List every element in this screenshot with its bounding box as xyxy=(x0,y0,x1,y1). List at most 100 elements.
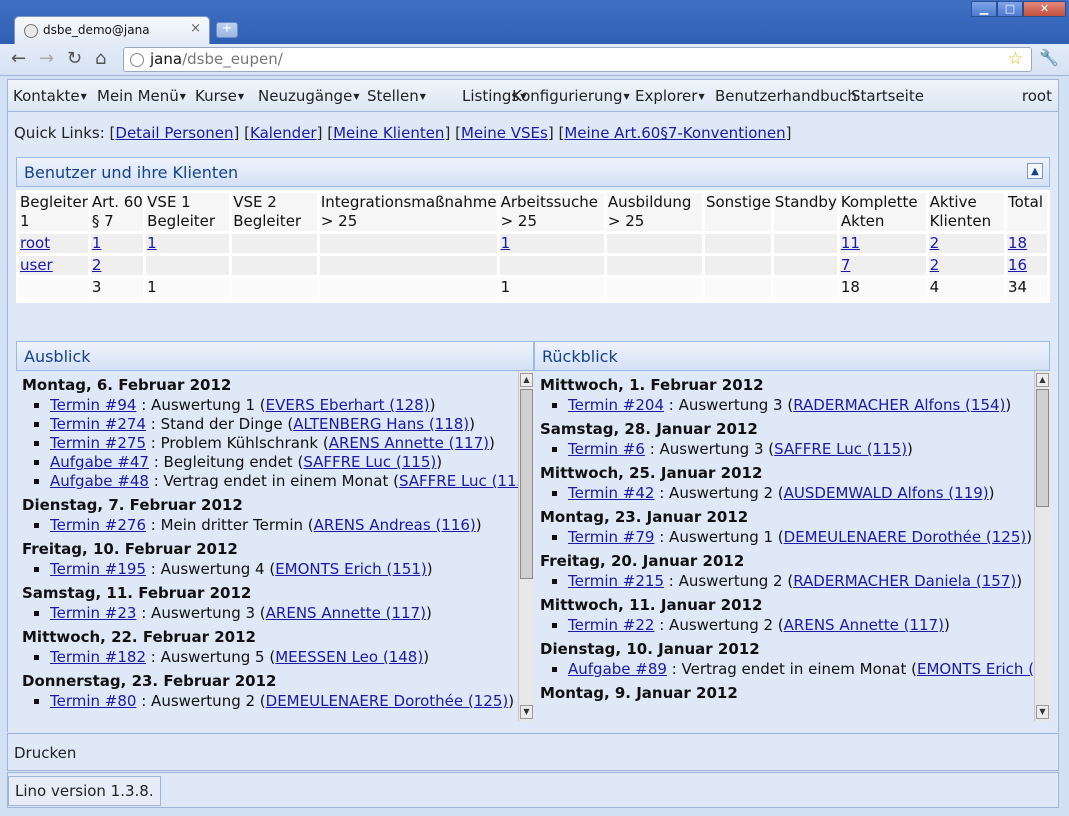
person-link[interactable]: DEMEULENAERE Dorothée (125) xyxy=(784,528,1027,546)
menu-item-7[interactable]: Explorer▼ xyxy=(635,87,705,105)
menu-item-3[interactable]: Neuzugänge▼ xyxy=(258,87,359,105)
event-link[interactable]: Termin #276 xyxy=(50,516,146,534)
event-link[interactable]: Termin #79 xyxy=(568,528,654,546)
print-button[interactable]: Drucken xyxy=(14,744,76,762)
menu-item-0[interactable]: Kontakte▼ xyxy=(13,87,87,105)
menu-item-2[interactable]: Kurse▼ xyxy=(195,87,244,105)
cell-link[interactable]: root xyxy=(20,234,50,252)
person-link[interactable]: SAFFRE Luc (115) xyxy=(303,453,436,471)
person-link[interactable]: RADERMACHER Alfons (154) xyxy=(793,396,1005,414)
menu-item-1[interactable]: Mein Menü▼ xyxy=(97,87,186,105)
cell-link[interactable]: 16 xyxy=(1008,256,1027,274)
person-link[interactable]: ARENS Annette (117) xyxy=(266,604,426,622)
event-link[interactable]: Termin #6 xyxy=(568,440,645,458)
scroll-down-arrow-icon[interactable]: ▼ xyxy=(1036,705,1049,719)
person-link[interactable]: EVERS Eberhart (128) xyxy=(266,396,430,414)
cell-link[interactable]: 1 xyxy=(92,234,102,252)
event-link[interactable]: Termin #23 xyxy=(50,604,136,622)
event-link[interactable]: Aufgabe #47 xyxy=(50,453,149,471)
cell-link[interactable]: 2 xyxy=(930,234,940,252)
person-link[interactable]: ARENS Annette (117) xyxy=(784,616,944,634)
new-tab-button[interactable]: + xyxy=(216,22,238,38)
column-header[interactable]: Komplette Akten xyxy=(839,193,926,231)
column-header[interactable]: Begleiter 1 xyxy=(19,193,88,231)
event-link[interactable]: Aufgabe #48 xyxy=(50,472,149,490)
person-link[interactable]: MEESSEN Leo (148) xyxy=(275,648,423,666)
person-link[interactable]: EMONTS Erich (151) xyxy=(275,560,427,578)
current-user[interactable]: root xyxy=(1022,87,1052,105)
event-link[interactable]: Termin #182 xyxy=(50,648,146,666)
menu-item-9[interactable]: Startseite xyxy=(851,87,924,105)
event-link[interactable]: Termin #274 xyxy=(50,415,146,433)
quick-link-0[interactable]: Detail Personen xyxy=(115,124,233,142)
person-link[interactable]: EMONTS Erich (151) xyxy=(917,660,1034,678)
event-link[interactable]: Termin #22 xyxy=(568,616,654,634)
home-icon[interactable]: ⌂ xyxy=(95,48,106,69)
person-link[interactable]: RADERMACHER Daniela (157) xyxy=(793,572,1016,590)
event-link[interactable]: Termin #94 xyxy=(50,396,136,414)
browser-tab[interactable]: dsbe_demo@jana × xyxy=(14,16,210,44)
menu-item-label: Listings xyxy=(462,87,520,105)
scroll-thumb[interactable] xyxy=(1036,389,1049,507)
rueckblick-scrollbar[interactable]: ▲ ▼ xyxy=(1034,371,1050,721)
quick-link-2[interactable]: Meine Klienten xyxy=(333,124,444,142)
bookmark-star-icon[interactable]: ☆ xyxy=(1008,49,1023,69)
cell-link[interactable]: 7 xyxy=(841,256,851,274)
cell-link[interactable]: 2 xyxy=(930,256,940,274)
event-link[interactable]: Termin #275 xyxy=(50,434,146,452)
person-link[interactable]: ARENS Annette (117) xyxy=(329,434,489,452)
address-bar[interactable]: jana/dsbe_eupen/ ☆ xyxy=(123,47,1032,72)
cell-link[interactable]: 11 xyxy=(841,234,860,252)
person-link[interactable]: ARENS Andreas (116) xyxy=(314,516,476,534)
person-link[interactable]: DEMEULENAERE Dorothée (125) xyxy=(266,692,509,710)
cell-link[interactable]: 2 xyxy=(92,256,102,274)
quick-link-1[interactable]: Kalender xyxy=(250,124,317,142)
column-header[interactable]: Sonstige xyxy=(704,193,771,231)
event-link[interactable]: Termin #42 xyxy=(568,484,654,502)
column-header[interactable]: Arbeitssuche > 25 xyxy=(499,193,604,231)
scroll-up-arrow-icon[interactable]: ▲ xyxy=(520,373,533,387)
column-header[interactable]: Total xyxy=(1007,193,1047,231)
quick-link-4[interactable]: Meine Art.60§7-Konventionen xyxy=(564,124,785,142)
reload-icon[interactable]: ↻ xyxy=(67,48,82,69)
window-close-button[interactable]: ✕ xyxy=(1023,1,1066,17)
person-link[interactable]: SAFFRE Luc (115) xyxy=(774,440,907,458)
back-arrow-icon[interactable]: ← xyxy=(11,48,26,69)
cell-link[interactable]: 1 xyxy=(501,234,511,252)
quick-link-3[interactable]: Meine VSEs xyxy=(461,124,548,142)
page-globe-icon xyxy=(130,53,144,67)
minimize-button[interactable]: ▁ xyxy=(971,1,997,17)
person-link[interactable]: ALTENBERG Hans (118) xyxy=(293,415,469,433)
menu-item-4[interactable]: Stellen▼ xyxy=(367,87,426,105)
column-header[interactable]: Aktive Klienten xyxy=(928,193,1004,231)
menu-item-8[interactable]: Benutzerhandbuch xyxy=(715,87,857,105)
wrench-icon[interactable]: 🔧 xyxy=(1039,48,1059,67)
collapse-icon[interactable]: ▲ xyxy=(1027,163,1043,179)
ausblick-scrollbar[interactable]: ▲ ▼ xyxy=(518,371,534,721)
day-heading: Donnerstag, 23. Februar 2012 xyxy=(22,672,277,690)
column-header[interactable]: Standby xyxy=(773,193,837,231)
event-link[interactable]: Termin #195 xyxy=(50,560,146,578)
scroll-up-arrow-icon[interactable]: ▲ xyxy=(1036,373,1049,387)
close-tab-icon[interactable]: × xyxy=(190,21,201,36)
cell-link[interactable]: 1 xyxy=(147,234,157,252)
column-header[interactable]: VSE 1 Begleiter xyxy=(146,193,230,231)
column-header[interactable]: Ausbildung > 25 xyxy=(606,193,702,231)
person-link[interactable]: SAFFRE Luc (115) xyxy=(399,472,518,490)
person-link[interactable]: AUSDEMWALD Alfons (119) xyxy=(784,484,989,502)
cell-link[interactable]: 18 xyxy=(1008,234,1027,252)
maximize-button[interactable]: □ xyxy=(997,1,1023,17)
column-header[interactable]: VSE 2 Begleiter xyxy=(232,193,317,231)
scroll-thumb[interactable] xyxy=(520,389,533,579)
event-link[interactable]: Termin #215 xyxy=(568,572,664,590)
event-link[interactable]: Termin #204 xyxy=(568,396,664,414)
cell-link[interactable]: user xyxy=(20,256,53,274)
column-header[interactable]: Art. 60 § 7 xyxy=(90,193,144,231)
menu-item-6[interactable]: Konfigurierung▼ xyxy=(512,87,630,105)
forward-arrow-icon[interactable]: → xyxy=(39,48,54,69)
table-cell: 3 xyxy=(90,278,144,297)
scroll-down-arrow-icon[interactable]: ▼ xyxy=(520,705,533,719)
event-link[interactable]: Termin #80 xyxy=(50,692,136,710)
column-header[interactable]: Integrationsmaßnahme > 25 xyxy=(319,193,497,231)
event-link[interactable]: Aufgabe #89 xyxy=(568,660,667,678)
